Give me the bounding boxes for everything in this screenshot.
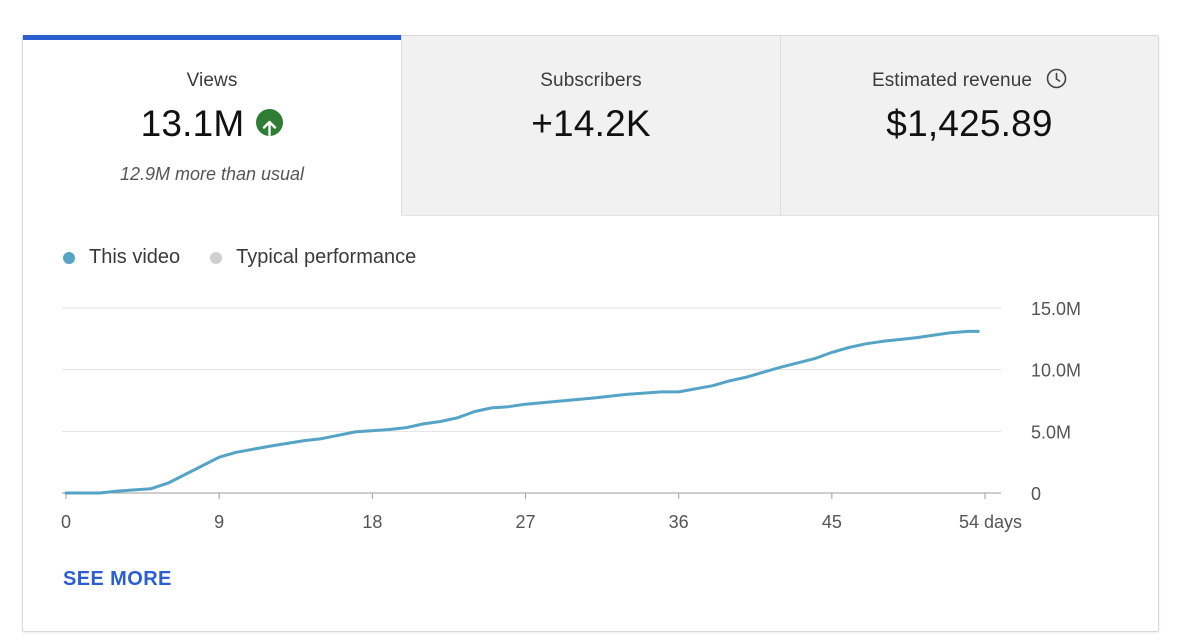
x-tick-label: 27 [515, 512, 535, 532]
series-line-this-video [64, 329, 980, 495]
y-tick-label: 15.0M [1031, 299, 1081, 319]
views-line-chart: 0 5.0M 10.0M 15.0M 0 9 18 27 36 45 54 days [61, 299, 1081, 532]
y-tick-label: 10.0M [1031, 361, 1081, 381]
see-more-link[interactable]: SEE MORE [63, 568, 172, 591]
video-analytics-card: Views 13.1M 12.9M more than usual Subscr… [22, 35, 1159, 632]
x-tick-label: 45 [822, 512, 842, 532]
x-tick-label: 9 [214, 512, 224, 532]
y-tick-label: 0 [1031, 484, 1041, 504]
x-tick-label: 54 days [959, 512, 1022, 532]
x-tick-label: 18 [362, 512, 382, 532]
y-tick-label: 5.0M [1031, 422, 1071, 442]
x-tick-label: 36 [669, 512, 689, 532]
x-tick-label: 0 [61, 512, 71, 532]
